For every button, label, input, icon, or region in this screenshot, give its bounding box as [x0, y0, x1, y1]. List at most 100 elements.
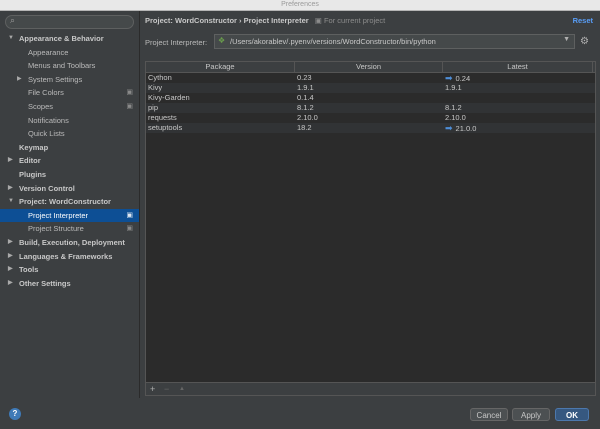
sidebar-item-label: Editor	[19, 156, 41, 166]
sidebar-item-other-settings[interactable]: ▶ Other Settings	[0, 277, 139, 291]
sidebar-item-languages-frameworks[interactable]: ▶ Languages & Frameworks	[0, 250, 139, 264]
collapse-arrow-icon[interactable]: ▶	[8, 154, 13, 168]
breadcrumb: Project: WordConstructor › Project Inter…	[145, 16, 385, 25]
column-header-package[interactable]: Package	[146, 62, 295, 72]
sidebar-item-project-structure[interactable]: Project Structure ▣	[0, 222, 139, 236]
package-version: 8.1.2	[295, 103, 443, 113]
breadcrumb-note: For current project	[323, 16, 386, 25]
help-button[interactable]: ?	[9, 408, 21, 420]
sidebar-item-quick-lists[interactable]: Quick Lists	[0, 127, 139, 141]
package-name-text: pip	[148, 103, 159, 112]
package-version: 0.23	[295, 73, 443, 83]
sidebar-item-scopes[interactable]: Scopes ▣	[0, 100, 139, 114]
sidebar-item-label: Tools	[19, 265, 39, 275]
sidebar-item-label: Languages & Frameworks	[19, 251, 113, 261]
package-latest: ➡ 0.24	[443, 73, 593, 83]
apply-button[interactable]: Apply	[512, 408, 550, 421]
settings-search-input[interactable]: ⌕	[5, 15, 134, 29]
sidebar-item-notifications[interactable]: Notifications	[0, 114, 139, 128]
sidebar-item-version-control[interactable]: ▶ Version Control	[0, 182, 139, 196]
table-row[interactable]: Kivy 1.9.1 1.9.1	[146, 83, 595, 93]
sidebar-item-label: Scopes	[28, 101, 54, 111]
column-header-version[interactable]: Version	[295, 62, 443, 72]
package-version: 18.2	[295, 123, 443, 133]
breadcrumb-project: Project: WordConstructor	[145, 16, 237, 25]
cancel-button[interactable]: Cancel	[470, 408, 508, 421]
package-name-text: Kivy-Garden	[148, 93, 190, 102]
breadcrumb-separator: ›	[239, 16, 242, 25]
collapse-arrow-icon[interactable]: ▶	[8, 263, 13, 277]
column-header-latest[interactable]: Latest	[443, 62, 593, 72]
sidebar-item-menus-and-toolbars[interactable]: Menus and Toolbars	[0, 59, 139, 73]
remove-package-button[interactable]: −	[164, 383, 169, 395]
package-version: 2.10.0	[295, 113, 443, 123]
sidebar-item-label: Other Settings	[19, 278, 71, 288]
package-latest-text: 21.0.0	[455, 124, 477, 133]
project-scope-icon: ▣	[126, 225, 133, 233]
settings-content: Project: WordConstructor › Project Inter…	[140, 11, 600, 398]
sidebar-item-system-settings[interactable]: ▶ System Settings	[0, 73, 139, 87]
sidebar-item-editor[interactable]: ▶ Editor	[0, 154, 139, 168]
settings-sidebar: ⌕ ▼ Appearance & Behavior Appearance Menus …	[0, 11, 140, 398]
package-version-text: 2.10.0	[297, 113, 318, 122]
sidebar-item-label: System Settings	[28, 74, 83, 84]
sidebar-item-label: Quick Lists	[28, 129, 65, 139]
add-package-button[interactable]: +	[150, 383, 155, 395]
expand-arrow-icon[interactable]: ▼	[8, 195, 14, 209]
project-scope-icon: ▣	[126, 102, 133, 110]
table-row[interactable]: Kivy-Garden 0.1.4	[146, 93, 595, 103]
sidebar-item-plugins[interactable]: Plugins	[0, 168, 139, 182]
sidebar-item-label: Project: WordConstructor	[19, 197, 111, 207]
sidebar-item-label: Project Interpreter	[28, 210, 89, 220]
upgrade-available-icon: ➡	[445, 123, 453, 133]
package-name-text: setuptools	[148, 123, 183, 132]
reset-link[interactable]: Reset	[573, 16, 593, 25]
package-version-text: 0.23	[297, 73, 312, 82]
sidebar-item-appearance-behavior[interactable]: ▼ Appearance & Behavior	[0, 32, 139, 46]
expand-arrow-icon[interactable]: ▼	[8, 32, 14, 46]
collapse-arrow-icon[interactable]: ▶	[17, 73, 22, 87]
table-row[interactable]: Cython 0.23 ➡ 0.24	[146, 73, 595, 83]
package-version-text: 8.1.2	[297, 103, 314, 112]
interpreter-select[interactable]: ❖ /Users/akorablev/.pyenv/versions/WordC…	[214, 34, 575, 49]
packages-table-body: Cython 0.23 ➡ 0.24 Kivy 1.9.1 1.9.1 Kivy-Garden…	[146, 73, 595, 133]
package-name-text: Cython	[148, 73, 172, 82]
sidebar-item-label: Plugins	[19, 169, 47, 179]
package-name: Cython	[146, 73, 295, 83]
package-latest	[443, 93, 593, 103]
sidebar-item-file-colors[interactable]: File Colors ▣	[0, 86, 139, 100]
package-name: setuptools	[146, 123, 295, 133]
chevron-down-icon: ▼	[563, 36, 570, 43]
sidebar-item-project-wordconstructor[interactable]: ▼ Project: WordConstructor	[0, 195, 139, 209]
window-title-bar: Preferences	[0, 0, 600, 11]
sidebar-item-keymap[interactable]: Keymap	[0, 141, 139, 155]
package-name: Kivy	[146, 83, 295, 93]
sidebar-item-label: Menus and Toolbars	[28, 61, 96, 71]
sidebar-item-project-interpreter[interactable]: Project Interpreter ▣	[0, 208, 139, 223]
table-row[interactable]: pip 8.1.2 8.1.2	[146, 103, 595, 113]
sidebar-item-build-execution-deployment[interactable]: ▶ Build, Execution, Deployment	[0, 236, 139, 250]
collapse-arrow-icon[interactable]: ▶	[8, 236, 13, 250]
gear-icon[interactable]: ⚙	[580, 36, 589, 47]
upgrade-package-button[interactable]: ▲	[179, 383, 185, 395]
sidebar-item-tools[interactable]: ▶ Tools	[0, 263, 139, 277]
interpreter-label: Project Interpreter:	[145, 38, 208, 47]
table-row[interactable]: setuptools 18.2 ➡ 21.0.0	[146, 123, 595, 133]
table-row[interactable]: requests 2.10.0 2.10.0	[146, 113, 595, 123]
package-latest: ➡ 21.0.0	[443, 123, 593, 133]
collapse-arrow-icon[interactable]: ▶	[8, 182, 13, 196]
project-scope-icon: ▣	[126, 89, 133, 97]
collapse-arrow-icon[interactable]: ▶	[8, 250, 13, 264]
sidebar-item-appearance[interactable]: Appearance	[0, 46, 139, 60]
package-latest: 2.10.0	[443, 113, 593, 123]
interpreter-path: /Users/akorablev/.pyenv/versions/WordCon…	[230, 37, 436, 46]
collapse-arrow-icon[interactable]: ▶	[8, 277, 13, 291]
ok-button[interactable]: OK	[555, 408, 589, 421]
package-version-text: 18.2	[297, 123, 312, 132]
package-name: requests	[146, 113, 295, 123]
package-latest-text: 2.10.0	[445, 113, 466, 122]
package-version-text: 1.9.1	[297, 83, 314, 92]
breadcrumb-page: Project Interpreter	[243, 16, 309, 25]
sidebar-item-label: Project Structure	[28, 224, 84, 234]
project-scope-icon: ▣	[314, 16, 322, 25]
